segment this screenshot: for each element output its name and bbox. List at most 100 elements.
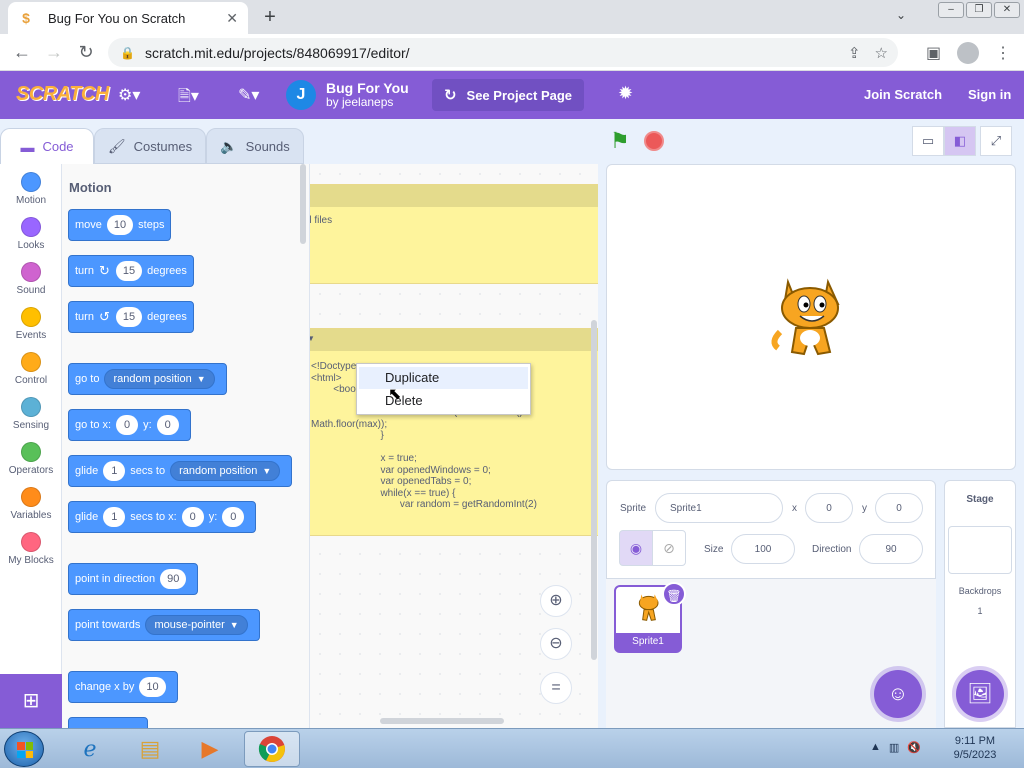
normal-stage-icon[interactable]: ◧ <box>944 126 976 156</box>
block-dropdown[interactable]: mouse-pointer ▼ <box>145 615 248 635</box>
browser-tab[interactable]: $ Bug For You on Scratch ✕ <box>8 2 248 34</box>
block-dropdown[interactable]: random position ▼ <box>170 461 281 481</box>
fullscreen-icon[interactable]: ⤢ <box>980 126 1012 156</box>
turn-left-block[interactable]: turn ↺ 15 degrees <box>68 301 194 333</box>
block-number-input[interactable]: 0 <box>222 507 245 527</box>
move-steps-block[interactable]: move 10 steps <box>68 209 172 241</box>
url-omnibox[interactable]: 🔒 scratch.mit.edu/projects/848069917/edi… <box>108 38 898 67</box>
category-motion[interactable]: Motion <box>0 172 62 206</box>
tab-sounds[interactable]: 🔈 Sounds <box>206 128 304 164</box>
browser-menu-icon[interactable]: ⋮ <box>995 43 1011 63</box>
sign-in-link[interactable]: Sign in <box>968 87 1011 102</box>
x-position-input[interactable]: 0 <box>805 493 853 523</box>
comment-header[interactable] <box>310 185 598 207</box>
block-number-input[interactable]: 0 <box>116 415 139 435</box>
stage-thumbnail[interactable] <box>948 526 1012 574</box>
settings-gear-icon[interactable]: ⚙▾ <box>118 85 140 105</box>
script-vertical-scrollbar[interactable] <box>591 320 597 660</box>
green-flag-icon[interactable]: ⚑ <box>610 128 630 154</box>
scratch-logo[interactable]: SCRATCH <box>16 83 109 106</box>
hide-sprite-eye-icon[interactable]: ⊘ <box>652 530 686 566</box>
bookmark-star-icon[interactable]: ☆ <box>875 44 888 62</box>
see-project-page-button[interactable]: ↻ See Project Page <box>432 79 584 111</box>
theme-bulb-icon[interactable]: ✹ <box>618 83 633 104</box>
reload-icon[interactable]: ↻ <box>70 42 102 63</box>
edit-pencil-icon[interactable]: ✎▾ <box>238 85 259 105</box>
block-number-input[interactable]: 15 <box>115 261 143 281</box>
change-x-block[interactable]: change x by 10 <box>68 671 178 703</box>
profile-avatar-icon[interactable] <box>957 42 980 64</box>
media-player-icon[interactable]: ▶ <box>182 731 238 767</box>
tab-code[interactable]: ▬ Code <box>0 128 94 164</box>
size-input[interactable]: 100 <box>731 534 795 564</box>
block-number-input[interactable]: 90 <box>160 569 187 589</box>
zoom-out-button[interactable]: ⊖ <box>540 628 572 660</box>
zoom-reset-button[interactable]: = <box>540 672 572 704</box>
direction-input[interactable]: 90 <box>859 534 923 564</box>
block-number-input[interactable]: 10 <box>139 677 166 697</box>
category-control[interactable]: Control <box>0 352 62 386</box>
block-number-input[interactable]: 1 <box>103 507 126 527</box>
next-motion-block[interactable] <box>68 717 148 728</box>
sprite-name-input[interactable]: Sprite1 <box>655 493 783 523</box>
go-to-block[interactable]: go to random position ▼ <box>68 363 227 395</box>
category-sensing[interactable]: Sensing <box>0 397 62 431</box>
block-number-input[interactable]: 0 <box>181 507 204 527</box>
file-explorer-icon[interactable]: ▤ <box>122 731 178 767</box>
start-button[interactable] <box>4 731 44 767</box>
point-towards-block[interactable]: point towards mouse-pointer ▼ <box>68 609 260 641</box>
file-menu-icon[interactable]: 🗎▾ <box>178 85 199 112</box>
block-dropdown[interactable]: random position ▼ <box>104 369 215 389</box>
taskbar-clock[interactable]: 9:11 PM 9/5/2023 <box>940 734 1010 762</box>
tab-close-icon[interactable]: ✕ <box>226 10 238 27</box>
internet-explorer-icon[interactable]: ℯ <box>62 731 118 767</box>
minimize-button[interactable]: – <box>938 2 964 18</box>
tab-search-chevron-icon[interactable]: ⌄ <box>896 8 906 22</box>
small-stage-icon[interactable]: ▭ <box>912 126 944 156</box>
go-to-xy-block[interactable]: go to x: 0 y: 0 <box>68 409 191 441</box>
zoom-in-button[interactable]: ⊕ <box>540 585 572 617</box>
category-sound[interactable]: Sound <box>0 262 62 296</box>
block-number-input[interactable]: 1 <box>103 461 126 481</box>
comment-note-code[interactable]: ▼ <!Doctype <html> <boo return Math.floo… <box>310 328 598 536</box>
stop-button[interactable] <box>644 131 664 151</box>
side-panel-icon[interactable]: ▣ <box>926 43 941 63</box>
collapse-caret-icon[interactable]: ▼ <box>310 334 315 343</box>
choose-backdrop-button[interactable]: 🖼 <box>956 670 1004 718</box>
context-delete[interactable]: Delete <box>359 390 528 412</box>
turn-right-block[interactable]: turn ↻ 15 degrees <box>68 255 194 287</box>
comment-note-top[interactable]: ml files <box>310 184 598 284</box>
script-horizontal-scrollbar[interactable] <box>380 718 504 724</box>
volume-muted-icon[interactable]: 🔇 <box>907 741 921 754</box>
block-number-input[interactable]: 15 <box>115 307 143 327</box>
add-extension-button[interactable]: ⊞ <box>0 674 62 728</box>
category-my-blocks[interactable]: My Blocks <box>0 532 62 566</box>
glide-random-block[interactable]: glide 1 secs to random position ▼ <box>68 455 293 487</box>
choose-sprite-button[interactable]: ☺ <box>874 670 922 718</box>
y-position-input[interactable]: 0 <box>875 493 923 523</box>
context-duplicate[interactable]: Duplicate <box>359 367 528 389</box>
category-variables[interactable]: Variables <box>0 487 62 521</box>
chrome-taskbar-icon[interactable] <box>244 731 300 767</box>
category-events[interactable]: Events <box>0 307 62 341</box>
delete-sprite-trash-icon[interactable]: 🗑 <box>662 582 686 606</box>
block-number-input[interactable]: 0 <box>156 415 179 435</box>
tray-expand-icon[interactable]: ▲ <box>870 741 881 754</box>
comment-header[interactable] <box>310 329 598 351</box>
new-tab-button[interactable]: + <box>258 6 282 30</box>
join-scratch-link[interactable]: Join Scratch <box>864 87 942 102</box>
share-icon[interactable]: ⇪ <box>848 44 861 62</box>
category-looks[interactable]: Looks <box>0 217 62 251</box>
close-window-button[interactable]: ✕ <box>994 2 1020 18</box>
glide-xy-block[interactable]: glide 1 secs to x: 0 y: 0 <box>68 501 257 533</box>
palette-scrollbar[interactable] <box>300 164 306 244</box>
block-number-input[interactable]: 10 <box>106 215 134 235</box>
network-icon[interactable]: ▥ <box>889 741 899 754</box>
point-in-direction-block[interactable]: point in direction 90 <box>68 563 199 595</box>
forward-arrow-icon[interactable]: → <box>38 42 70 63</box>
project-info[interactable]: J Bug For You by jeelaneps <box>286 79 409 111</box>
show-sprite-eye-icon[interactable]: ◉ <box>619 530 653 566</box>
restore-button[interactable]: ❐ <box>966 2 992 18</box>
cat-sprite-image[interactable] <box>766 272 856 368</box>
category-operators[interactable]: Operators <box>0 442 62 476</box>
